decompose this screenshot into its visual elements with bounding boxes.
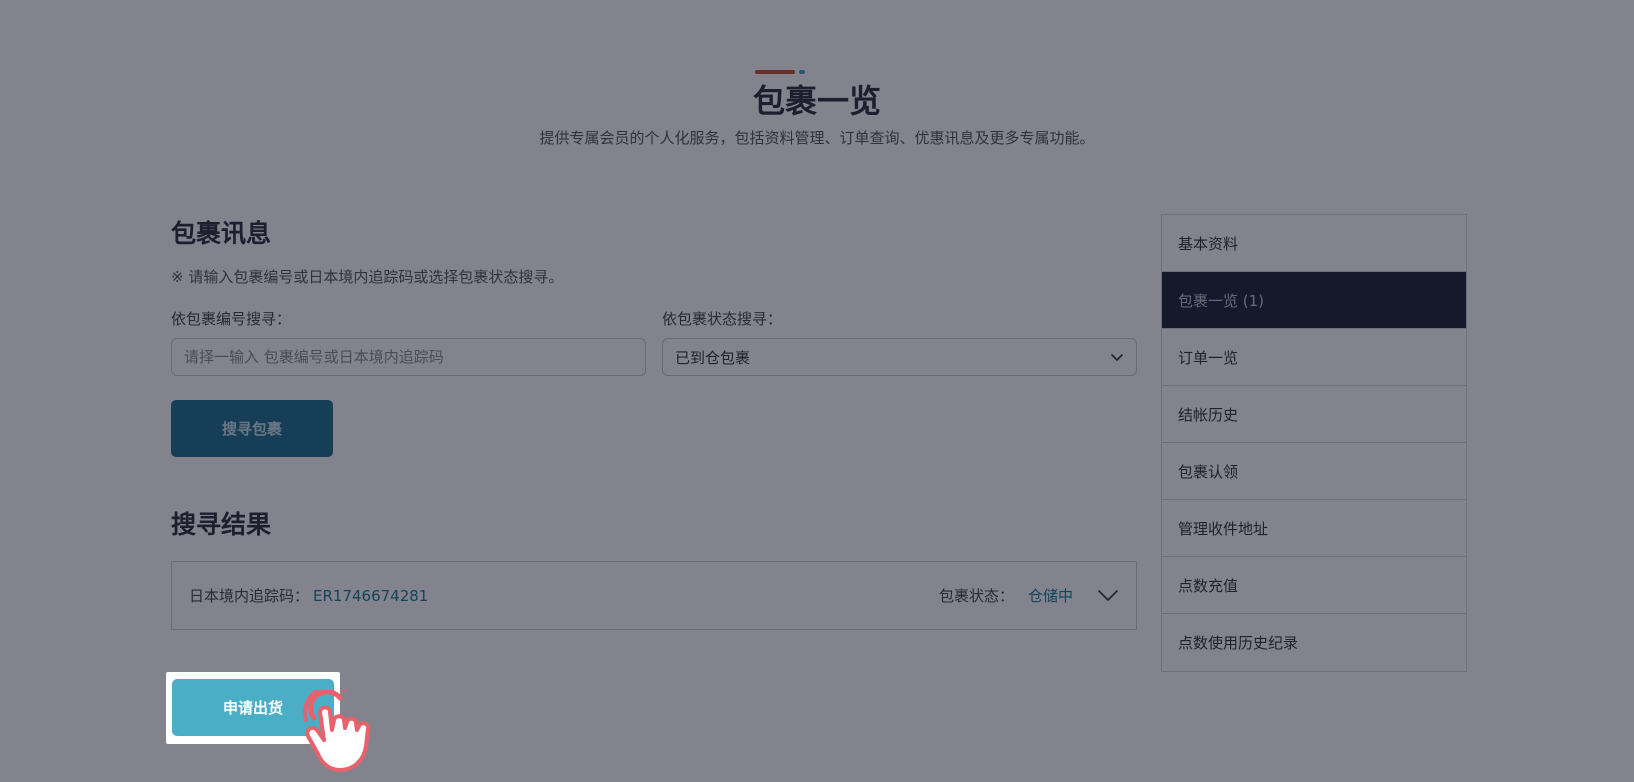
hand-pointer-icon bbox=[302, 690, 371, 772]
package-status: 包裹状态： 仓储中 bbox=[939, 585, 1119, 606]
sidebar-item-orders[interactable]: 订单一览 bbox=[1162, 329, 1466, 386]
package-status-select[interactable]: 已到仓包裹 bbox=[662, 338, 1137, 376]
tracking-code-label: 日本境内追踪码： bbox=[189, 587, 310, 605]
chevron-down-icon bbox=[1111, 354, 1123, 361]
member-sidebar: 基本资料 包裹一览 (1) 订单一览 结帐历史 包裹认领 管理收件地址 点数充值… bbox=[1161, 214, 1467, 672]
sidebar-item-points-topup[interactable]: 点数充值 bbox=[1162, 557, 1466, 614]
sidebar-item-package-claim[interactable]: 包裹认领 bbox=[1162, 443, 1466, 500]
sidebar-item-profile[interactable]: 基本资料 bbox=[1162, 215, 1466, 272]
package-number-input[interactable] bbox=[171, 338, 646, 376]
page-subtitle: 提供专属会员的个人化服务，包括资料管理、订单查询、优惠讯息及更多专属功能。 bbox=[539, 129, 1095, 147]
package-status-label: 包裹状态： bbox=[938, 587, 1014, 605]
sidebar-item-points-history[interactable]: 点数使用历史纪录 bbox=[1162, 614, 1466, 671]
package-info-title: 包裹讯息 bbox=[171, 219, 272, 248]
sidebar-item-billing-history[interactable]: 结帐历史 bbox=[1162, 386, 1466, 443]
sidebar-item-packages[interactable]: 包裹一览 (1) bbox=[1162, 272, 1466, 329]
search-package-button[interactable]: 搜寻包裹 bbox=[171, 400, 333, 457]
package-status-selected-value: 已到仓包裹 bbox=[675, 348, 751, 367]
page-title: 包裹一览 bbox=[752, 82, 881, 120]
search-note: ※ 请输入包裹编号或日本境内追踪码或选择包裹状态搜寻。 bbox=[171, 268, 564, 286]
chevron-down-icon[interactable] bbox=[1097, 589, 1119, 603]
search-results-title: 搜寻结果 bbox=[171, 510, 272, 539]
tracking-code-value: ER1746674281 bbox=[313, 586, 429, 605]
package-status-value: 仓储中 bbox=[1027, 587, 1073, 605]
search-by-number-label: 依包裹编号搜寻： bbox=[171, 310, 292, 328]
result-row[interactable]: 日本境内追踪码： ER1746674281 包裹状态： 仓储中 bbox=[171, 561, 1137, 630]
sidebar-item-addresses[interactable]: 管理收件地址 bbox=[1162, 500, 1466, 557]
page: 包裹一览 提供专属会员的个人化服务，包括资料管理、订单查询、优惠讯息及更多专属功… bbox=[0, 0, 1634, 782]
title-accent-decoration bbox=[755, 70, 815, 74]
search-by-status-label: 依包裹状态搜寻： bbox=[662, 310, 783, 328]
